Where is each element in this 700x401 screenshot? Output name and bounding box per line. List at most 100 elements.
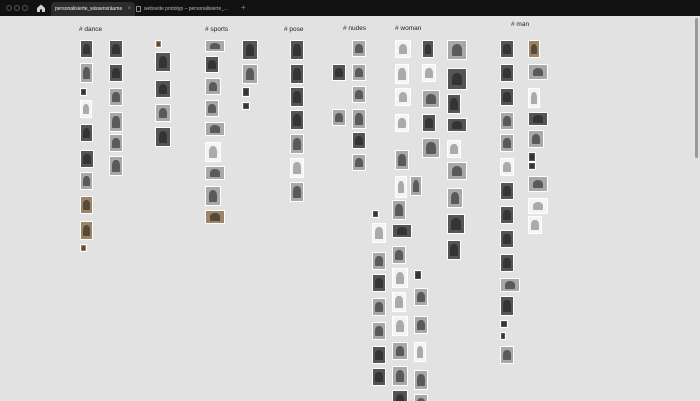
photo-thumbnail[interactable] <box>205 122 225 136</box>
photo-thumbnail[interactable] <box>109 112 123 132</box>
photo-thumbnail[interactable] <box>447 240 461 260</box>
tag-label-dance[interactable]: # dance <box>79 26 102 33</box>
photo-thumbnail[interactable] <box>410 176 422 196</box>
moodboard-canvas[interactable]: # dance # sports # pose # nudes # woman … <box>0 16 700 401</box>
photo-thumbnail[interactable] <box>447 140 461 158</box>
photo-thumbnail[interactable] <box>290 40 304 60</box>
photo-thumbnail[interactable] <box>392 390 408 401</box>
photo-thumbnail[interactable] <box>447 118 467 132</box>
close-window-button[interactable] <box>6 5 12 11</box>
photo-thumbnail[interactable] <box>205 78 221 95</box>
photo-thumbnail[interactable] <box>372 223 386 243</box>
photo-thumbnail[interactable] <box>422 114 436 132</box>
close-tab-icon[interactable]: × <box>127 2 131 16</box>
photo-thumbnail[interactable] <box>109 40 123 58</box>
photo-thumbnail[interactable] <box>352 154 366 171</box>
photo-thumbnail[interactable] <box>414 370 428 390</box>
photo-thumbnail[interactable] <box>528 176 548 192</box>
photo-thumbnail[interactable] <box>242 40 258 60</box>
photo-thumbnail[interactable] <box>447 214 465 234</box>
photo-thumbnail[interactable] <box>528 112 548 126</box>
tag-label-man[interactable]: # man <box>511 21 529 28</box>
photo-thumbnail[interactable] <box>205 100 219 117</box>
photo-thumbnail[interactable] <box>80 63 93 83</box>
photo-thumbnail[interactable] <box>447 94 461 114</box>
photo-thumbnail[interactable] <box>290 110 304 130</box>
photo-thumbnail[interactable] <box>447 68 467 90</box>
photo-thumbnail[interactable] <box>290 87 304 107</box>
photo-thumbnail[interactable] <box>290 182 304 202</box>
photo-thumbnail[interactable] <box>290 134 304 154</box>
photo-thumbnail[interactable] <box>372 252 386 270</box>
photo-thumbnail[interactable] <box>290 158 304 178</box>
vertical-scrollbar[interactable] <box>695 18 698 158</box>
photo-thumbnail[interactable] <box>352 40 366 57</box>
photo-thumbnail[interactable] <box>80 124 93 142</box>
tag-label-woman[interactable]: # woman <box>395 25 421 32</box>
photo-thumbnail[interactable] <box>447 40 467 60</box>
tag-label-nudes[interactable]: # nudes <box>343 25 366 32</box>
photo-thumbnail[interactable] <box>80 196 93 214</box>
photo-thumbnail[interactable] <box>500 296 514 316</box>
photo-thumbnail[interactable] <box>205 142 221 162</box>
photo-thumbnail[interactable] <box>372 346 386 364</box>
photo-thumbnail[interactable] <box>422 64 436 82</box>
photo-thumbnail[interactable] <box>500 206 514 224</box>
photo-thumbnail[interactable] <box>205 40 225 52</box>
photo-thumbnail[interactable] <box>500 332 506 340</box>
photo-thumbnail[interactable] <box>500 320 508 328</box>
photo-thumbnail[interactable] <box>155 127 171 147</box>
tag-label-sports[interactable]: # sports <box>205 26 228 33</box>
photo-thumbnail[interactable] <box>414 288 428 306</box>
photo-thumbnail[interactable] <box>372 210 379 218</box>
photo-thumbnail[interactable] <box>372 298 386 316</box>
photo-thumbnail[interactable] <box>392 342 408 360</box>
photo-thumbnail[interactable] <box>109 88 123 106</box>
photo-thumbnail[interactable] <box>500 134 514 152</box>
photo-thumbnail[interactable] <box>205 210 225 224</box>
photo-thumbnail[interactable] <box>242 64 258 84</box>
photo-thumbnail[interactable] <box>422 90 440 108</box>
photo-thumbnail[interactable] <box>528 64 548 80</box>
photo-thumbnail[interactable] <box>109 64 123 82</box>
photo-thumbnail[interactable] <box>500 278 520 292</box>
minimize-window-button[interactable] <box>14 5 20 11</box>
photo-thumbnail[interactable] <box>80 221 93 240</box>
photo-thumbnail[interactable] <box>392 292 406 312</box>
photo-thumbnail[interactable] <box>395 176 407 198</box>
photo-thumbnail[interactable] <box>80 40 93 58</box>
photo-thumbnail[interactable] <box>422 40 434 58</box>
photo-thumbnail[interactable] <box>500 158 514 176</box>
zoom-window-button[interactable] <box>22 5 28 11</box>
photo-thumbnail[interactable] <box>80 100 92 118</box>
photo-thumbnail[interactable] <box>352 109 366 129</box>
photo-thumbnail[interactable] <box>395 88 411 106</box>
photo-thumbnail[interactable] <box>500 88 514 106</box>
photo-thumbnail[interactable] <box>109 134 123 152</box>
photo-thumbnail[interactable] <box>392 224 412 238</box>
photo-thumbnail[interactable] <box>500 254 514 272</box>
photo-thumbnail[interactable] <box>422 138 440 158</box>
photo-thumbnail[interactable] <box>155 80 171 98</box>
photo-thumbnail[interactable] <box>500 230 514 248</box>
photo-thumbnail[interactable] <box>80 150 94 168</box>
photo-thumbnail[interactable] <box>528 162 536 170</box>
photo-thumbnail[interactable] <box>414 316 428 334</box>
photo-thumbnail[interactable] <box>332 109 346 126</box>
photo-thumbnail[interactable] <box>155 52 171 72</box>
photo-thumbnail[interactable] <box>414 342 426 362</box>
photo-thumbnail[interactable] <box>392 268 408 288</box>
photo-thumbnail[interactable] <box>500 112 514 130</box>
tag-label-pose[interactable]: # pose <box>284 26 304 33</box>
photo-thumbnail[interactable] <box>372 274 386 292</box>
photo-thumbnail[interactable] <box>528 216 542 234</box>
photo-thumbnail[interactable] <box>392 200 406 220</box>
photo-thumbnail[interactable] <box>528 130 544 148</box>
photo-thumbnail[interactable] <box>395 114 409 132</box>
photo-thumbnail[interactable] <box>109 156 123 176</box>
photo-thumbnail[interactable] <box>352 64 366 81</box>
photo-thumbnail[interactable] <box>155 40 162 48</box>
photo-thumbnail[interactable] <box>447 188 463 208</box>
photo-thumbnail[interactable] <box>80 244 87 252</box>
photo-thumbnail[interactable] <box>528 198 548 214</box>
